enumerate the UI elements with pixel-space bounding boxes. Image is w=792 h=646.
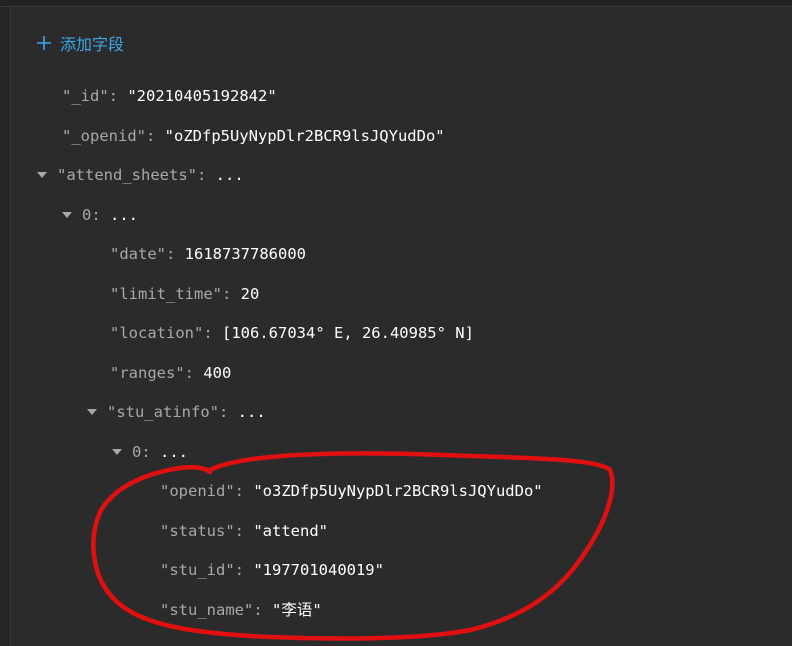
field-key: "_openid" [62, 127, 146, 145]
field-key: "ranges" [110, 364, 185, 382]
colon: : [108, 87, 128, 105]
caret-down-icon[interactable] [62, 210, 72, 220]
field-key: "stu_id" [160, 561, 235, 579]
add-field-button[interactable]: 添加字段 [36, 30, 124, 56]
caret-down-icon[interactable] [37, 170, 47, 180]
field-row-limit-time[interactable]: "limit_time": 20 [110, 282, 259, 306]
colon: : [91, 206, 111, 224]
field-value[interactable]: "李语" [272, 598, 322, 622]
field-row-date[interactable]: "date": 1618737786000 [110, 242, 306, 266]
field-value[interactable]: "oZDfp5UyNypDlr2BCR9lsJQYudDo" [165, 124, 445, 148]
field-value[interactable]: 400 [203, 361, 231, 385]
field-row-ranges[interactable]: "ranges": 400 [110, 361, 231, 385]
field-row-info-openid[interactable]: "openid": "o3ZDfp5UyNypDlr2BCR9lsJQYudDo… [160, 479, 543, 503]
colon: : [253, 601, 272, 619]
field-value[interactable]: "197701040019" [253, 558, 384, 582]
array-item-0[interactable]: 0: ... [112, 440, 188, 464]
caret-down-icon[interactable] [87, 407, 97, 417]
collapsed-value[interactable]: ... [110, 203, 138, 227]
field-value[interactable]: 20 [241, 282, 260, 306]
field-key: "_id" [62, 87, 109, 105]
top-border [0, 0, 792, 7]
colon: : [184, 364, 204, 382]
field-key: "limit_time" [110, 285, 222, 303]
field-key: "date" [110, 245, 166, 263]
colon: : [141, 443, 161, 461]
colon: : [218, 403, 238, 421]
field-row-status[interactable]: "status": "attend" [160, 519, 328, 543]
colon: : [234, 482, 254, 500]
colon: : [221, 285, 241, 303]
array-index: 0 [82, 206, 92, 224]
collapsed-value[interactable]: ... [216, 163, 244, 187]
field-value[interactable]: "o3ZDfp5UyNypDlr2BCR9lsJQYudDo" [253, 479, 542, 503]
caret-down-icon[interactable] [112, 447, 122, 457]
collapsed-value[interactable]: ... [160, 440, 188, 464]
field-key: "stu_atinfo" [107, 403, 219, 421]
collapsed-value[interactable]: ... [238, 400, 266, 424]
colon: : [166, 245, 185, 263]
field-row-attend-sheets[interactable]: "attend_sheets": ... [37, 163, 244, 187]
field-value[interactable]: "20210405192842" [127, 84, 276, 108]
field-key: "stu_name" [160, 601, 254, 619]
field-value[interactable]: "attend" [253, 519, 328, 543]
add-field-label: 添加字段 [60, 35, 125, 54]
array-item-0[interactable]: 0: ... [62, 203, 138, 227]
field-row-stu-atinfo[interactable]: "stu_atinfo": ... [87, 400, 266, 424]
field-key: "openid" [160, 482, 235, 500]
field-value[interactable]: 1618737786000 [185, 242, 306, 266]
field-key: "attend_sheets" [57, 166, 197, 184]
field-row-openid[interactable]: "_openid": "oZDfp5UyNypDlr2BCR9lsJQYudDo… [62, 124, 445, 148]
colon: : [234, 522, 254, 540]
colon: : [196, 166, 216, 184]
field-row-stu-name[interactable]: "stu_name": "李语" [160, 598, 322, 622]
colon: : [203, 324, 222, 342]
field-value[interactable]: [106.67034° E, 26.40985° N] [222, 321, 474, 345]
field-key: "location" [110, 324, 204, 342]
field-row-location[interactable]: "location": [106.67034° E, 26.40985° N] [110, 321, 474, 345]
left-gutter [0, 7, 11, 646]
field-key: "status" [160, 522, 235, 540]
plus-icon [37, 36, 51, 50]
colon: : [234, 561, 254, 579]
array-index: 0 [132, 443, 142, 461]
field-row-stu-id[interactable]: "stu_id": "197701040019" [160, 558, 384, 582]
colon: : [146, 127, 165, 145]
field-row-id[interactable]: "_id": "20210405192842" [62, 84, 277, 108]
